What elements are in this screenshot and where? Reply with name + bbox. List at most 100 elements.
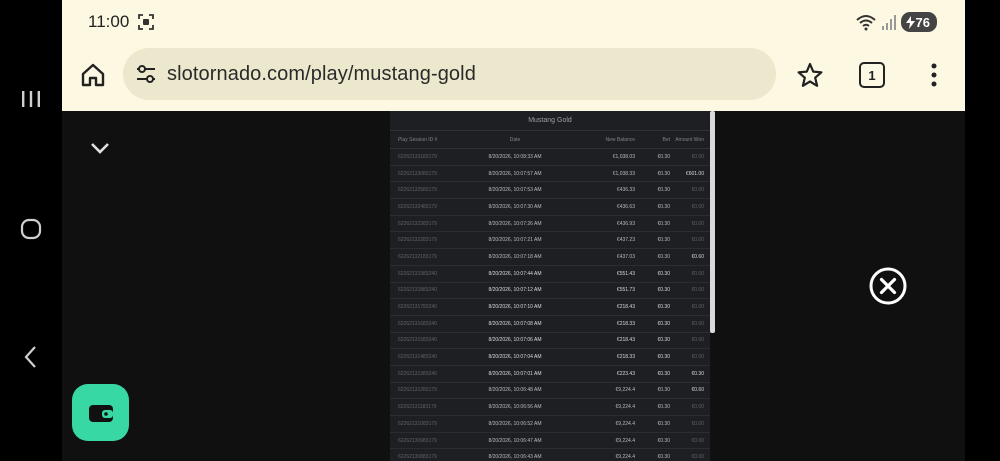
- cell-bet: €0.30: [657, 187, 670, 194]
- cell-won: €601.00: [685, 170, 704, 177]
- cell-date: 8/20/2026, 10:07:53 AM: [488, 187, 542, 194]
- browser-home-button[interactable]: [76, 58, 110, 92]
- status-icons: 76: [855, 12, 937, 32]
- cell-session: 62262132183179: [398, 253, 437, 260]
- cell-bet: €0.30: [657, 270, 670, 277]
- column-header-date: Date: [509, 136, 521, 143]
- home-nav-button[interactable]: [0, 204, 62, 254]
- cell-session: 62262131583240: [398, 337, 437, 344]
- table-row[interactable]: 62262131183179 8/20/2026, 10:06:56 AM €9,2…: [390, 399, 710, 416]
- tab-switcher-button[interactable]: 1: [859, 62, 885, 88]
- table-row[interactable]: 62262131383240 8/20/2026, 10:07:01 AM €223…: [390, 366, 710, 383]
- cell-balance: €218.33: [616, 320, 635, 327]
- table-row[interactable]: 62262133183179 8/20/2026, 10:08:33 AM €1,0…: [390, 149, 710, 166]
- back-button[interactable]: [0, 332, 62, 382]
- battery-level: 76: [915, 14, 930, 30]
- table-row[interactable]: 62262131683240 8/20/2026, 10:07:08 AM €218…: [390, 316, 710, 333]
- table-row[interactable]: 62262132183179 8/20/2026, 10:07:18 AM €437…: [390, 249, 710, 266]
- cell-date: 8/20/2026, 10:06:47 AM: [488, 437, 542, 444]
- table-row[interactable]: 62262130983179 8/20/2026, 10:06:47 AM €9,2…: [390, 433, 710, 450]
- cell-date: 8/20/2026, 10:07:10 AM: [488, 304, 542, 311]
- cell-bet: €0.30: [657, 370, 670, 377]
- system-nav-bar: [0, 0, 62, 461]
- address-bar[interactable]: slotornado.com/play/mustang-gold: [123, 48, 776, 100]
- home-circle-icon: [20, 218, 42, 240]
- table-row[interactable]: 62262131583240 8/20/2026, 10:07:06 AM €218…: [390, 333, 710, 350]
- url-text[interactable]: slotornado.com/play/mustang-gold: [167, 63, 476, 86]
- cell-won: €0.00: [691, 237, 704, 244]
- cell-balance: €1,038.33: [612, 170, 635, 177]
- cell-session: 62262132283179: [398, 237, 437, 244]
- cell-date: 8/20/2026, 10:07:44 AM: [488, 270, 542, 277]
- column-header-bet: Bet: [662, 136, 670, 143]
- more-menu-button[interactable]: [924, 60, 944, 90]
- table-row[interactable]: 62262130883179 8/20/2026, 10:06:43 AM €9,2…: [390, 449, 710, 461]
- column-header-won: Amount Won: [675, 136, 704, 143]
- table-row[interactable]: 62262131783240 8/20/2026, 10:07:10 AM €218…: [390, 299, 710, 316]
- cell-bet: €0.30: [657, 454, 670, 461]
- close-circle-icon: [869, 267, 907, 305]
- wallet-icon: [88, 404, 113, 422]
- cell-won: €0.60: [691, 387, 704, 394]
- cell-session: 62262132483179: [398, 203, 437, 210]
- cell-balance: €9,224.4: [615, 454, 635, 461]
- recents-button[interactable]: [0, 74, 62, 124]
- cell-session: 62262131283179: [398, 387, 437, 394]
- table-header: Play Session ID # Date New Balance Bet A…: [390, 131, 710, 149]
- cell-won: €0.00: [691, 420, 704, 427]
- wallet-button[interactable]: [72, 384, 129, 441]
- cell-date: 8/20/2026, 10:06:48 AM: [488, 387, 542, 394]
- table-row[interactable]: 62262131083179 8/20/2026, 10:06:52 AM €9,2…: [390, 416, 710, 433]
- cell-won: €0.00: [691, 404, 704, 411]
- table-row[interactable]: 62262131283179 8/20/2026, 10:06:48 AM €9,2…: [390, 383, 710, 400]
- table-row[interactable]: 62262131883240 8/20/2026, 10:07:12 AM €551…: [390, 283, 710, 300]
- cell-bet: €0.30: [657, 320, 670, 327]
- cell-date: 8/20/2026, 10:08:33 AM: [488, 153, 542, 160]
- star-icon: [797, 62, 823, 87]
- cell-bet: €0.30: [657, 287, 670, 294]
- collapse-button[interactable]: [86, 136, 114, 160]
- cell-date: 8/20/2026, 10:06:56 AM: [488, 404, 542, 411]
- cell-won: €0.00: [691, 270, 704, 277]
- table-row[interactable]: 62262131483240 8/20/2026, 10:07:04 AM €218…: [390, 349, 710, 366]
- table-row[interactable]: 62262131983240 8/20/2026, 10:07:44 AM €551…: [390, 266, 710, 283]
- cell-session: 62262132583179: [398, 187, 437, 194]
- table-row[interactable]: 62262132483179 8/20/2026, 10:07:30 AM €436…: [390, 199, 710, 216]
- cell-session: 62262133083179: [398, 170, 437, 177]
- table-row[interactable]: 62262133083179 8/20/2026, 10:07:57 AM €1,0…: [390, 166, 710, 183]
- table-body: 62262133183179 8/20/2026, 10:08:33 AM €1,0…: [390, 149, 710, 461]
- panel-title: Mustang Gold: [390, 111, 710, 131]
- bookmark-button[interactable]: [795, 60, 825, 90]
- tune-icon[interactable]: [133, 61, 159, 87]
- cell-bet: €0.30: [657, 220, 670, 227]
- cell-date: 8/20/2026, 10:07:04 AM: [488, 354, 542, 361]
- table-row[interactable]: 62262132383179 8/20/2026, 10:07:26 AM €436…: [390, 216, 710, 233]
- cell-date: 8/20/2026, 10:07:21 AM: [488, 237, 542, 244]
- table-row[interactable]: 62262132283179 8/20/2026, 10:07:21 AM €437…: [390, 232, 710, 250]
- cell-won: €0.00: [691, 220, 704, 227]
- cell-balance: €218.43: [616, 304, 635, 311]
- cell-bet: €0.30: [657, 420, 670, 427]
- cell-won: €0.60: [691, 253, 704, 260]
- cell-date: 8/20/2026, 10:06:52 AM: [488, 420, 542, 427]
- cell-session: 62262131183179: [398, 404, 437, 411]
- cell-bet: €0.30: [657, 153, 670, 160]
- cell-balance: €437.23: [616, 237, 635, 244]
- cell-session: 62262131383240: [398, 370, 437, 377]
- close-button[interactable]: [868, 266, 908, 306]
- cell-date: 8/20/2026, 10:07:08 AM: [488, 320, 542, 327]
- table-row[interactable]: 62262132583179 8/20/2026, 10:07:53 AM €436…: [390, 182, 710, 200]
- column-header-balance: New Balance: [605, 136, 635, 143]
- panel-scrollbar[interactable]: [710, 111, 715, 333]
- cell-won: €0.00: [691, 187, 704, 194]
- cell-session: 62262131783240: [398, 304, 437, 311]
- cell-balance: €9,224.4: [615, 387, 635, 394]
- cell-session: 62262131083179: [398, 420, 437, 427]
- back-icon: [24, 346, 36, 368]
- cell-won: €0.00: [691, 153, 704, 160]
- cell-bet: €0.30: [657, 404, 670, 411]
- wifi-icon: [855, 15, 876, 31]
- cell-balance: €218.43: [616, 337, 635, 344]
- game-history-panel: Mustang Gold Play Session ID # Date New …: [390, 111, 710, 461]
- cell-session: 62262131683240: [398, 320, 437, 327]
